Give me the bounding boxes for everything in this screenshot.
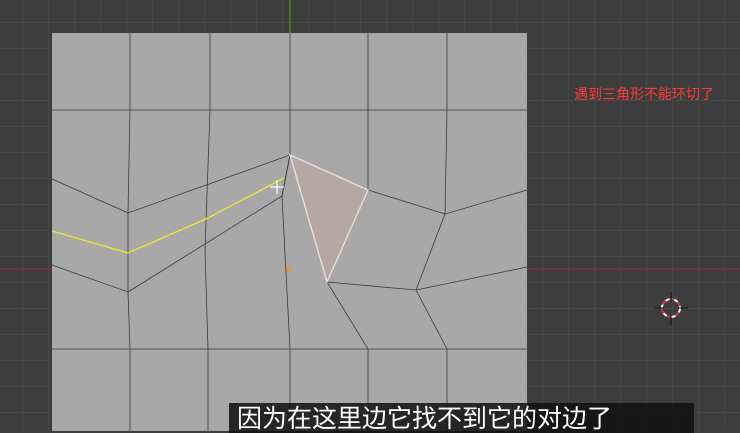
mesh-object[interactable]: [51, 33, 528, 431]
3d-cursor-icon[interactable]: [655, 292, 688, 325]
video-subtitle: 因为在这里边它找不到它的对边了: [229, 403, 694, 433]
annotation-text: 遇到三角形不能环切了: [574, 87, 714, 103]
viewport-scene: [0, 0, 740, 431]
mesh-face-area[interactable]: [52, 33, 527, 431]
3d-viewport[interactable]: 遇到三角形不能环切了 因为在这里边它找不到它的对边了: [0, 0, 740, 433]
